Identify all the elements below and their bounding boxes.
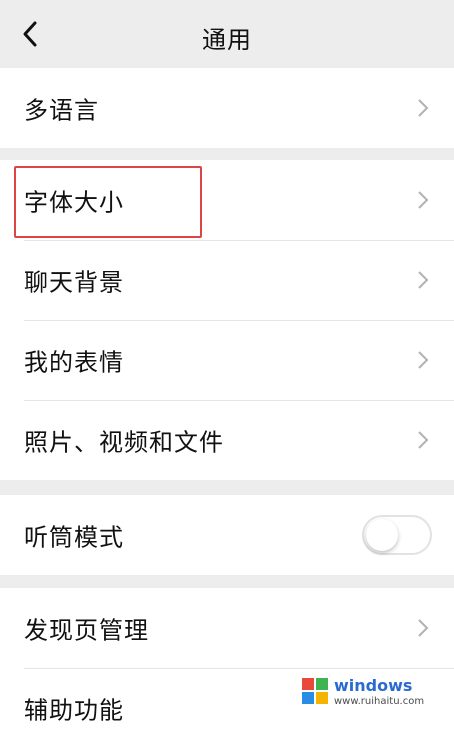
- chevron-right-icon: [418, 351, 429, 369]
- toggle-knob: [366, 519, 398, 551]
- settings-item-label: 多语言: [24, 96, 99, 125]
- windows-logo-icon: [302, 678, 328, 704]
- settings-item-label: 发现页管理: [24, 616, 149, 645]
- page-title: 通用: [202, 26, 252, 54]
- chevron-right-icon: [418, 191, 429, 209]
- settings-item-label: 照片、视频和文件: [24, 428, 224, 457]
- settings-item-chat-background[interactable]: 聊天背景: [0, 240, 454, 320]
- settings-item-discover-management[interactable]: 发现页管理: [0, 588, 454, 668]
- settings-item-language[interactable]: 多语言: [0, 68, 454, 148]
- watermark-subtext: www.ruihaitu.com: [334, 696, 425, 707]
- watermark-logo: windows www.ruihaitu.com: [298, 668, 448, 712]
- settings-item-my-stickers[interactable]: 我的表情: [0, 320, 454, 400]
- chevron-right-icon: [418, 619, 429, 637]
- settings-group-3: 听筒模式: [0, 495, 454, 575]
- earpiece-mode-toggle[interactable]: [362, 515, 432, 555]
- chevron-right-icon: [418, 99, 429, 117]
- highlight-box: [14, 166, 202, 238]
- chevron-right-icon: [418, 431, 429, 449]
- settings-item-label: 辅助功能: [24, 696, 124, 725]
- settings-group-1: 多语言: [0, 68, 454, 148]
- settings-item-label: 我的表情: [24, 348, 124, 377]
- settings-item-photos-videos-files[interactable]: 照片、视频和文件: [0, 400, 454, 480]
- chevron-right-icon: [418, 271, 429, 289]
- top-bar: 通用: [0, 0, 454, 68]
- settings-item-label: 聊天背景: [24, 268, 124, 297]
- watermark-text: windows: [334, 676, 413, 695]
- settings-item-earpiece-mode: 听筒模式: [0, 495, 454, 575]
- settings-item-label: 听筒模式: [24, 523, 124, 552]
